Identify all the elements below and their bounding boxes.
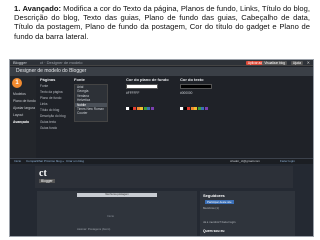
instruction-lead: Avançado: xyxy=(22,4,62,13)
step-number-badge: 1 xyxy=(12,78,22,88)
preview-navbar: Início Compartilhar Próximo blog » Criar… xyxy=(10,159,313,164)
text-color-hex[interactable]: #000000 xyxy=(180,91,192,95)
blog-title: ct xyxy=(39,168,47,179)
nav-item-avancado[interactable]: Avançado xyxy=(13,120,29,124)
panel-heading-pages: Páginas xyxy=(40,77,56,82)
bg-color-hex[interactable]: #FFFFFF xyxy=(126,91,139,95)
option-background[interactable]: Plano de fundo xyxy=(40,96,61,100)
option-tabs-background[interactable]: Guias fundo xyxy=(40,126,57,130)
option-tabs-text[interactable]: Guias texto xyxy=(40,120,56,124)
nav-item-plano-de-fundo[interactable]: Plano de fundo xyxy=(13,99,36,103)
instruction-number: 1. xyxy=(14,4,21,13)
members-count: Membros (1) xyxy=(203,206,219,210)
blogger-top-bar: Blogger ct · Designer de modelo Aplicar … xyxy=(10,60,313,66)
blog-badge: Blogger xyxy=(39,179,55,183)
instructions-paragraph: 1. Avançado: Modifica a cor do Texto da … xyxy=(14,4,310,41)
close-icon[interactable]: ✕ xyxy=(307,60,310,66)
nav-item-layout[interactable]: Layout xyxy=(13,113,23,117)
atom-feed-link[interactable]: Assinar: Postagens (Atom) xyxy=(77,227,110,231)
blog-preview: Início Compartilhar Próximo blog » Criar… xyxy=(10,158,313,236)
bg-color-swatch[interactable] xyxy=(126,84,158,89)
preview-main-column: Nenhuma postagem Início Assinar: Postage… xyxy=(37,191,197,236)
no-posts-tab: Nenhuma postagem xyxy=(77,193,157,197)
member-login-text[interactable]: Já é membro? Fazer login xyxy=(203,220,236,224)
preview-link[interactable]: Compartilhar xyxy=(26,159,43,164)
text-color-palette[interactable] xyxy=(180,97,210,110)
preview-link[interactable]: Início xyxy=(14,159,21,164)
breadcrumb: ct · Designer de modelo xyxy=(40,60,83,65)
panel-heading-font: Fonte xyxy=(74,77,85,82)
bg-color-palette[interactable] xyxy=(126,97,156,110)
home-link[interactable]: Início xyxy=(107,214,114,218)
designer-left-nav: 1 Modelos Plano de fundo Ajustar largura… xyxy=(10,76,36,158)
follow-button[interactable]: Participar deste site xyxy=(205,200,234,204)
font-option[interactable]: Courier xyxy=(75,111,107,115)
font-select-list[interactable]: Arial Georgia Verdana Helvetica Nobile T… xyxy=(74,84,108,122)
text-color-swatch[interactable] xyxy=(180,84,212,89)
designer-title: Designer de modelo do Blogger xyxy=(16,68,87,74)
preview-link[interactable]: Criar um blog xyxy=(66,159,84,164)
template-designer-screenshot: Blogger ct · Designer de modelo Aplicar … xyxy=(9,59,314,237)
preview-link[interactable]: Fazer login xyxy=(280,159,295,164)
preview-user-email: criador_ct@gmail.com xyxy=(230,159,260,163)
preview-link[interactable]: Próximo blog » xyxy=(44,159,64,164)
option-blog-title[interactable]: Título do blog xyxy=(40,108,59,112)
panel-heading-bg-color: Cor do plano de fundo xyxy=(126,77,169,82)
panel-heading-text-color: Cor do texto xyxy=(180,77,204,82)
followers-heading: Seguidores xyxy=(203,193,225,198)
option-font[interactable]: Fonte xyxy=(40,84,48,88)
help-button[interactable]: Ajuda xyxy=(290,61,303,65)
designer-header: Designer de modelo do Blogger xyxy=(10,67,313,76)
blog-header-box xyxy=(35,166,293,188)
brand-name: Blogger xyxy=(13,60,27,65)
option-links[interactable]: Links xyxy=(40,102,47,106)
nav-item-ajustar-largura[interactable]: Ajustar largura xyxy=(13,106,35,110)
view-blog-button[interactable]: Visualizar blog xyxy=(262,61,287,65)
option-page-text[interactable]: Texto da página xyxy=(40,90,63,94)
option-blog-description[interactable]: Descrição do blog xyxy=(40,114,66,118)
about-me-heading: Quem sou eu xyxy=(203,229,225,233)
preview-sidebar: Seguidores Participar deste site Membros… xyxy=(200,191,295,236)
nav-item-modelos[interactable]: Modelos xyxy=(13,92,26,96)
